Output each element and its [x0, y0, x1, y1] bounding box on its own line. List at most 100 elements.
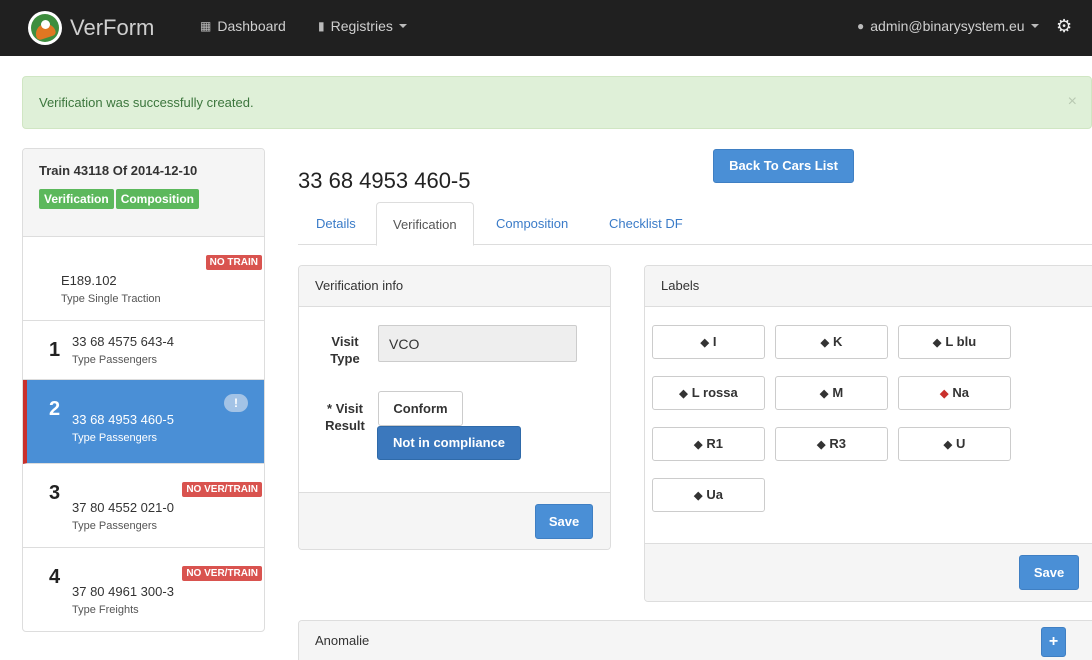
train-title: Train 43118 Of 2014-12-10 [39, 163, 198, 178]
car-item[interactable]: 1 33 68 4575 643-4 Type Passengers [23, 321, 264, 380]
label-text: I [712, 334, 717, 349]
car-code: 33 68 4953 460-5 [72, 412, 174, 427]
page-title: 33 68 4953 460-5 [298, 168, 471, 193]
gear-icon[interactable]: ⚙ [1056, 16, 1072, 37]
car-number: 4 [49, 566, 61, 588]
user-menu[interactable]: ● admin@binarysystem.eu [857, 18, 1039, 34]
label-button[interactable]: ◆ R1 [652, 427, 765, 461]
brand[interactable]: VerForm [28, 8, 154, 48]
close-icon[interactable]: × [1068, 93, 1077, 111]
panel-heading: Labels [645, 266, 1092, 307]
tag-icon: ◆ [816, 439, 826, 451]
tag-icon: ◆ [700, 337, 709, 349]
car-code: 37 80 4961 300-3 [72, 584, 174, 599]
nav-dashboard-label: Dashboard [217, 18, 286, 34]
tag-icon: ◆ [820, 337, 830, 349]
save-verification-button[interactable]: Save [535, 504, 593, 539]
alert-message: Verification was successfully created. [39, 95, 254, 110]
car-type: Type Passengers [72, 354, 157, 366]
status-badge: NO VER/TRAIN [182, 482, 262, 497]
tab-verification[interactable]: Verification [376, 202, 474, 246]
label-text: L rossa [691, 385, 738, 400]
panel-footer: Save [299, 492, 610, 549]
train-cars-panel: Train 43118 Of 2014-12-10 Verification Co… [22, 148, 265, 632]
verform-logo-icon [28, 11, 62, 45]
tag-icon: ◆ [693, 439, 703, 451]
brand-name: VerForm [70, 15, 155, 40]
tab-checklist-df[interactable]: Checklist DF [593, 202, 699, 245]
label-button[interactable]: ◆ Ua [652, 478, 765, 512]
label-text: M [832, 385, 844, 400]
composition-label: Composition [115, 189, 200, 209]
label-text: L blu [945, 334, 977, 349]
success-alert: Verification was successfully created. × [22, 76, 1092, 129]
label-text: K [833, 334, 843, 349]
anomalie-panel: Anomalie + [298, 620, 1092, 660]
tag-icon: ◆ [693, 490, 703, 502]
car-item[interactable]: NO VER/TRAIN 4 37 80 4961 300-3 Type Fre… [23, 548, 264, 631]
car-code: 37 80 4552 021-0 [72, 500, 174, 515]
verification-label: Verification [39, 189, 114, 209]
status-badge: NO TRAIN [205, 255, 262, 270]
car-item[interactable]: NO VER/TRAIN 3 37 80 4552 021-0 Type Pas… [23, 464, 264, 548]
panel-heading: Anomalie [299, 621, 1092, 660]
tag-icon: ◆ [939, 388, 949, 400]
tag-icon: ◆ [932, 337, 942, 349]
label-button[interactable]: ◆ L blu [898, 325, 1011, 359]
label-text: R1 [706, 436, 724, 451]
chevron-down-icon [1030, 24, 1039, 28]
tag-icon: ◆ [943, 439, 953, 451]
conform-option[interactable]: Conform [378, 391, 463, 426]
user-email: admin@binarysystem.eu [870, 18, 1025, 34]
car-number: 3 [49, 482, 61, 504]
car-type: Type Passengers [72, 432, 157, 444]
verification-info-panel: Verification info Visit Type VCO * Visit… [298, 265, 611, 550]
car-code: E189.102 [61, 273, 117, 288]
warning-icon: ! [224, 394, 248, 412]
tag-icon: ◆ [819, 388, 829, 400]
car-item-active[interactable]: 2 33 68 4953 460-5 Type Passengers ! [23, 380, 264, 464]
nav-registries-label: Registries [330, 18, 393, 34]
label-button[interactable]: ◆ I [652, 325, 765, 359]
tab-composition[interactable]: Composition [480, 202, 584, 245]
save-labels-button[interactable]: Save [1019, 555, 1079, 590]
navbar: VerForm ▦ Dashboard ▮ Registries ● admin… [0, 0, 1092, 56]
label-button[interactable]: ◆ U [898, 427, 1011, 461]
car-type: Type Freights [72, 604, 139, 616]
label-text: R3 [829, 436, 847, 451]
car-code: 33 68 4575 643-4 [72, 334, 174, 349]
panel-footer: Save [645, 543, 1092, 601]
label-button[interactable]: ◆ Na [898, 376, 1011, 410]
label-button[interactable]: ◆ M [775, 376, 888, 410]
car-type: Type Passengers [72, 520, 157, 532]
panel-heading: Verification info [299, 266, 610, 307]
label-text: Ua [706, 487, 724, 502]
label-button[interactable]: ◆ K [775, 325, 888, 359]
label-text: U [956, 436, 966, 451]
add-anomaly-button[interactable]: + [1041, 627, 1066, 657]
not-in-compliance-option[interactable]: Not in compliance [377, 426, 521, 460]
book-icon: ▮ [318, 19, 325, 33]
visit-result-label: * Visit Result [325, 401, 365, 433]
tab-details[interactable]: Details [300, 202, 372, 245]
user-icon: ● [857, 19, 865, 33]
back-to-cars-button[interactable]: Back To Cars List [713, 149, 854, 183]
labels-panel: Labels ◆ I ◆ K ◆ L blu ◆ L rossa ◆ M ◆ Na ◆ R1 … [644, 265, 1092, 602]
car-number: 1 [49, 339, 61, 361]
train-header: Train 43118 Of 2014-12-10 Verification Co… [23, 149, 264, 237]
chevron-down-icon [398, 24, 407, 28]
visit-type-field[interactable]: VCO [378, 325, 577, 362]
nav-registries[interactable]: ▮ Registries [318, 18, 407, 34]
status-badge: NO VER/TRAIN [182, 566, 262, 581]
tag-icon: ◆ [679, 388, 688, 400]
car-type: Type Single Traction [61, 293, 161, 305]
label-text: Na [952, 385, 970, 400]
calendar-icon: ▦ [200, 19, 212, 33]
label-button[interactable]: ◆ L rossa [652, 376, 765, 410]
tab-bar: Details Verification Composition Checkli… [298, 202, 1092, 246]
nav-dashboard[interactable]: ▦ Dashboard [200, 18, 286, 34]
car-number: 2 [49, 398, 61, 420]
label-button[interactable]: ◆ R3 [775, 427, 888, 461]
car-item[interactable]: NO TRAIN E189.102 Type Single Traction [23, 237, 264, 321]
visit-type-label: Visit Type [330, 334, 360, 366]
